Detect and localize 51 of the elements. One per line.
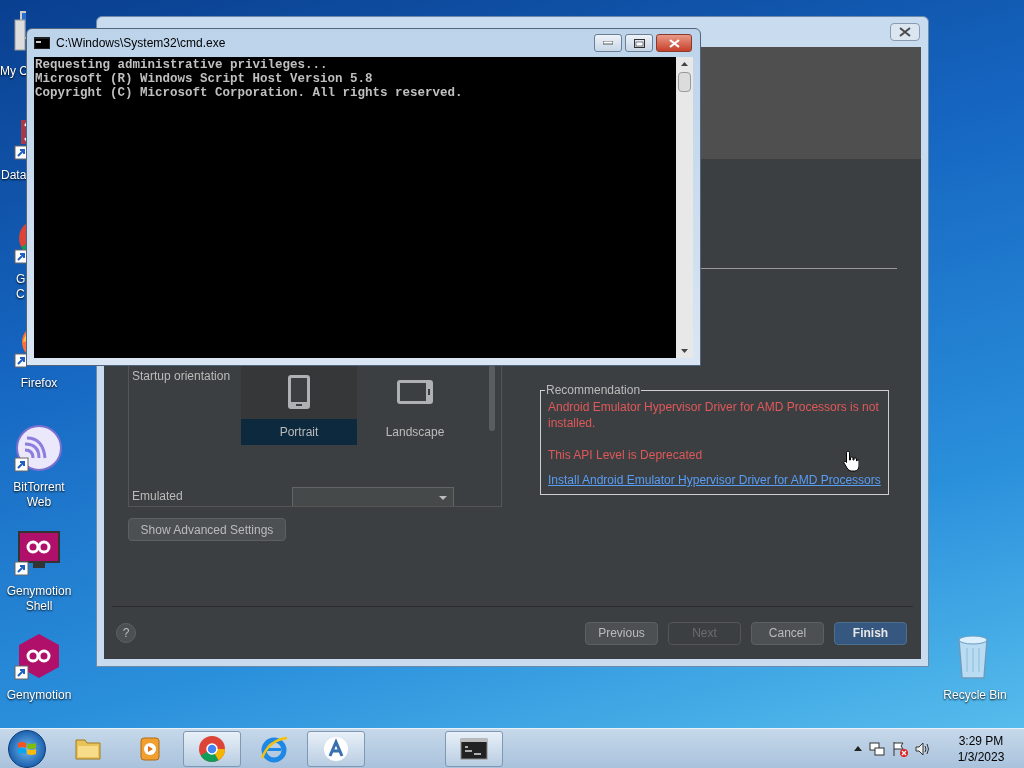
orientation-option[interactable]: Portrait: [241, 365, 357, 445]
start-button[interactable]: [8, 729, 46, 768]
icon-label[interactable]: BitTorrent Web: [13, 480, 65, 510]
window-title: C:\Windows\System32\cmd.exe: [56, 35, 226, 52]
phone-landscape-icon: [396, 379, 434, 405]
advanced-settings-button[interactable]: Show Advanced Settings: [128, 518, 286, 541]
error-message: This API Level is Deprecated: [548, 447, 703, 463]
icon-label[interactable]: Firefox: [20, 376, 58, 391]
close-button[interactable]: [890, 23, 920, 41]
dialog-button[interactable]: Cancel: [751, 621, 824, 645]
minimize-button[interactable]: [594, 34, 622, 52]
maximize-button[interactable]: [625, 34, 653, 52]
close-icon: [899, 27, 911, 37]
caret-icon: [439, 496, 447, 500]
scroll-up-icon: [681, 62, 688, 66]
hand-cursor-icon: [843, 450, 859, 472]
orientation-label: Landscape: [384, 424, 446, 441]
network-icon[interactable]: [869, 740, 885, 757]
dialog-button[interactable]: Finish: [834, 621, 907, 645]
torrent-icon[interactable]: [13, 424, 65, 472]
icon-label[interactable]: Genymotion Shell: [6, 584, 72, 614]
recommendation-title: Recommendation: [545, 382, 642, 399]
error-message: Android Emulator Hypervisor Driver for AMD Processors is not installed.: [548, 399, 880, 431]
icon-label[interactable]: Recycle Bin: [943, 688, 1007, 703]
phone-portrait-icon: [287, 374, 311, 410]
flag-alert-icon[interactable]: [892, 740, 908, 757]
scrollbar-thumb: [489, 365, 495, 431]
console-icon: [34, 37, 50, 49]
orientation-label: Portrait: [241, 419, 357, 445]
orientation-option[interactable]: Landscape: [357, 365, 473, 445]
show-hidden-icons-icon[interactable]: [854, 746, 862, 751]
taskbar-button[interactable]: [445, 730, 503, 767]
icon-label[interactable]: Data: [1, 168, 27, 183]
windows-logo-icon: [17, 739, 37, 758]
install-driver-link[interactable]: Install Android Emulator Hypervisor Driver for AMD Processors: [548, 471, 881, 489]
field-label: Startup orientation: [132, 368, 232, 385]
section-label: Emulated: [132, 488, 184, 505]
volume-icon[interactable]: [915, 740, 931, 757]
help-button[interactable]: ?: [116, 623, 136, 643]
icon-label[interactable]: Genymotion: [6, 688, 72, 703]
clock-date[interactable]: 1/3/2023: [957, 748, 1005, 765]
close-button[interactable]: [656, 34, 692, 52]
clock-time[interactable]: 3:29 PM: [958, 732, 1004, 749]
maximize-icon: [633, 38, 645, 48]
dialog-button[interactable]: Previous: [585, 621, 658, 645]
minimize-icon: [603, 41, 613, 45]
scroll-down-icon: [681, 349, 688, 353]
close-icon: [668, 38, 680, 48]
chrome-icon: [197, 733, 227, 764]
console-output: Requesting administrative privileges... Microsoft (R) Windows Script Host Version 5.8 Copyright (C) Microsoft Corporation. All rights reserved.: [34, 57, 464, 102]
icon-label[interactable]: G C: [16, 272, 26, 302]
